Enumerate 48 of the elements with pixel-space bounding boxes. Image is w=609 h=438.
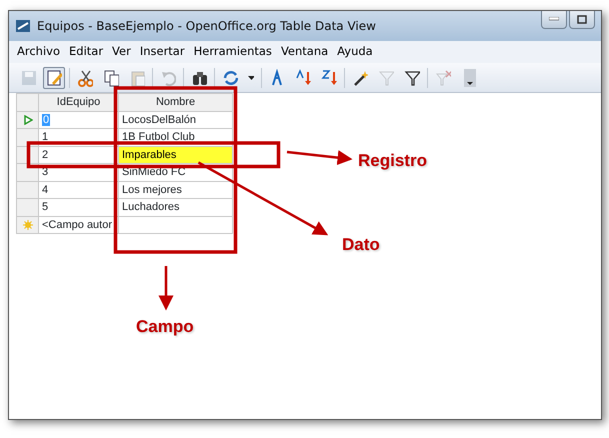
table-cell: <Campo autor [42,218,112,230]
table-cell: 1 [42,131,48,143]
maximize-button[interactable] [569,11,595,29]
edit-icon [46,68,62,86]
menu-item[interactable]: Archivo [17,43,60,61]
sort-descending-icon [321,68,337,86]
column-header[interactable]: Nombre [118,94,232,111]
maximize-icon [577,14,587,24]
table-cell: 2 [42,148,48,160]
table-cell: Luchadores [122,201,180,213]
caret-icon [248,76,254,80]
annotation-label: Campo [136,316,194,338]
remove-filter-icon [435,68,451,86]
minimize-icon [549,17,559,22]
table-cell: 5 [42,201,48,213]
scissors-icon [77,68,93,86]
paste-icon [129,68,145,86]
magic-wand-icon [352,68,368,86]
menu-item[interactable]: Insertar [140,43,185,61]
menu-item[interactable]: Ver [112,43,131,61]
toolbar-button[interactable] [43,66,65,88]
new-row-icon [22,220,32,230]
sort-ascending-icon [295,68,311,86]
row-header[interactable] [16,111,38,128]
menu-item[interactable]: Editar [69,43,104,61]
refresh-icon [222,68,238,86]
menu-item[interactable]: Herramientas [194,43,272,61]
overflow-icon [461,68,477,86]
table-cell: Imparables [118,146,232,164]
annotation-label: Registro [358,150,427,172]
minimize-button[interactable] [541,11,567,29]
funnel-icon [404,68,420,86]
table-cell: 0 [42,114,50,126]
table-cell: Los mejores [122,184,182,196]
column-header[interactable]: IdEquipo [38,94,118,111]
table-cell: 1B Futbol Club [122,131,195,143]
menu-item[interactable]: Ventana [280,43,328,61]
window-title: Equipos - BaseEjemplo - OpenOffice.org Table Data View [37,18,376,35]
table-cell: 4 [42,184,48,196]
save-icon [20,68,36,86]
annotation-label: Dato [342,234,380,256]
annotation-arrow [158,266,174,310]
filter-icon [378,68,394,86]
table-icon [15,18,31,34]
table-cell: LocosDelBalón [122,114,196,126]
sort-icon [269,68,285,86]
menu-item[interactable]: Ayuda [337,43,373,61]
copy-icon [103,68,119,86]
